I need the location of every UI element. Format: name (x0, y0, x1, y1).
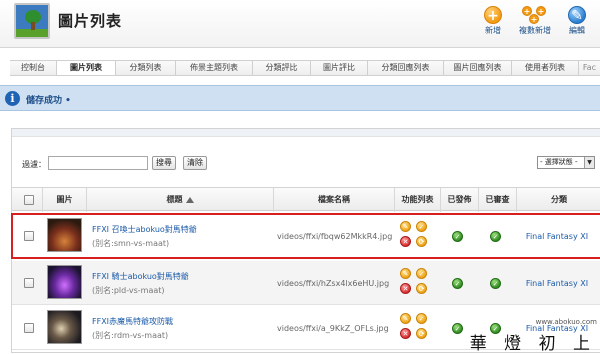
tab-user-list[interactable]: 使用者列表 (512, 61, 579, 75)
row-filename: videos/ffxi/hZsx4lx6eHU.jpg (277, 279, 390, 288)
tab-dashboard[interactable]: 控制台 (10, 61, 57, 75)
col-image: 圖片 (42, 188, 86, 212)
new-button[interactable]: + 新增 (484, 6, 502, 36)
col-functions: 功能列表 (394, 188, 440, 212)
watermark-url: www.abokuo.com (535, 318, 597, 326)
col-published: 已發佈 (440, 188, 478, 212)
tab-category-list[interactable]: 分類列表 (116, 61, 176, 75)
multi-add-button-label: 複數新增 (519, 26, 551, 35)
published-check-icon[interactable]: ✓ (452, 323, 463, 334)
row-checkbox[interactable] (24, 323, 34, 333)
delete-icon[interactable]: ✕ (400, 283, 411, 294)
row-alias: (別名:smn-vs-maat) (92, 239, 170, 248)
add-icon: + (484, 6, 502, 24)
status-select[interactable]: - 選擇狀態 - ▼ (537, 156, 595, 169)
new-button-label: 新增 (485, 26, 501, 35)
thumbnail-image[interactable] (47, 310, 82, 344)
edit-icon[interactable]: ✎ (400, 221, 411, 232)
tab-category-rating[interactable]: 分類評比 (253, 61, 311, 75)
filter-input[interactable] (48, 156, 148, 170)
copy-icon[interactable]: ⟳ (416, 236, 427, 247)
edit-button[interactable]: ✎ 編輯 (568, 6, 586, 36)
table-row: FFXI 召喚士abokuo對馬特爺 (別名:smn-vs-maat) vide… (11, 213, 600, 259)
copy-icon[interactable]: ⟳ (416, 328, 427, 339)
table-header: 圖片 標題 檔案名稱 功能列表 已發佈 已審查 分類 (12, 187, 600, 212)
status-message-bar: i 儲存成功 • (0, 85, 600, 111)
status-message: 儲存成功 • (26, 96, 71, 106)
tab-category-comments[interactable]: 分類回應列表 (368, 61, 444, 75)
tab-image-comments[interactable]: 圖片回應列表 (444, 61, 512, 75)
row-title-link[interactable]: FFXI 騎士abokuo對馬特爺 (92, 271, 189, 282)
edit-icon[interactable]: ✎ (400, 268, 411, 279)
row-filename: videos/ffxi/a_9KkZ_OFLs.jpg (277, 324, 389, 333)
published-check-icon[interactable]: ✓ (452, 278, 463, 289)
filter-label: 過濾： (22, 160, 46, 169)
edit-icon: ✎ (568, 6, 586, 24)
row-title-link[interactable]: FFXI赤魔馬特爺攻防戰 (92, 316, 173, 327)
tab-image-rating[interactable]: 圖片評比 (311, 61, 368, 75)
page-title: 圖片列表 (58, 12, 123, 30)
review-icon[interactable]: ✓ (416, 221, 427, 232)
clear-button[interactable]: 清除 (183, 156, 207, 170)
edit-button-label: 編輯 (569, 26, 585, 35)
page-header: 圖片列表 + 新增 + + + 複數新增 ✎ 編輯 (0, 0, 600, 48)
row-category-link[interactable]: Final Fantasy XI (517, 232, 597, 241)
row-actions: ✎ ✓ ✕ ⟳ (397, 221, 437, 251)
row-checkbox[interactable] (24, 231, 34, 241)
multi-add-button[interactable]: + + + 複數新增 (519, 6, 551, 36)
delete-icon[interactable]: ✕ (400, 328, 411, 339)
copy-icon[interactable]: ⟳ (416, 283, 427, 294)
multi-add-icon: + + + (522, 6, 546, 24)
row-filename: videos/ffxi/fbqw62MkkR4.jpg (277, 232, 393, 241)
thumbnail-image[interactable] (47, 218, 82, 252)
review-icon[interactable]: ✓ (416, 268, 427, 279)
tab-image-list[interactable]: 圖片列表 (57, 61, 116, 75)
app-logo-icon (14, 3, 50, 39)
delete-icon[interactable]: ✕ (400, 236, 411, 247)
sort-icon (185, 197, 194, 203)
image-list-panel: 過濾： 搜尋 清除 - 選擇狀態 - ▼ 圖片 標題 檔案名稱 功能列表 已發佈… (11, 128, 600, 353)
row-title-link[interactable]: FFXI 召喚士abokuo對馬特爺 (92, 224, 197, 235)
chevron-down-icon: ▼ (584, 157, 594, 168)
row-actions: ✎ ✓ ✕ ⟳ (397, 313, 437, 343)
watermark-text: 華 燈 初 上 (469, 334, 596, 354)
tab-more[interactable]: Fac (579, 61, 600, 75)
row-category-link[interactable]: Final Fantasy XI (517, 279, 597, 288)
review-icon[interactable]: ✓ (416, 313, 427, 324)
edit-icon[interactable]: ✎ (400, 313, 411, 324)
col-reviewed: 已審查 (478, 188, 516, 212)
col-filename: 檔案名稱 (273, 188, 394, 212)
col-title[interactable]: 標題 (86, 188, 273, 212)
col-category: 分類 (516, 188, 600, 212)
published-check-icon[interactable]: ✓ (452, 231, 463, 242)
tab-bar: 控制台 圖片列表 分類列表 佈景主題列表 分類評比 圖片評比 分類回應列表 圖片… (10, 60, 600, 76)
status-select-value: - 選擇狀態 - (540, 158, 578, 166)
row-alias: (別名:rdm-vs-maat) (92, 331, 169, 340)
search-button[interactable]: 搜尋 (152, 156, 176, 170)
reviewed-check-icon[interactable]: ✓ (490, 278, 501, 289)
row-alias: (別名:pld-vs-maat) (92, 286, 165, 295)
row-actions: ✎ ✓ ✕ ⟳ (397, 268, 437, 298)
row-checkbox[interactable] (24, 278, 34, 288)
info-icon: i (5, 91, 20, 106)
tab-theme-list[interactable]: 佈景主題列表 (176, 61, 253, 75)
reviewed-check-icon[interactable]: ✓ (490, 231, 501, 242)
thumbnail-image[interactable] (47, 265, 82, 299)
table-row: FFXI 騎士abokuo對馬特爺 (別名:pld-vs-maat) video… (12, 261, 600, 305)
select-all-checkbox[interactable] (24, 195, 34, 205)
